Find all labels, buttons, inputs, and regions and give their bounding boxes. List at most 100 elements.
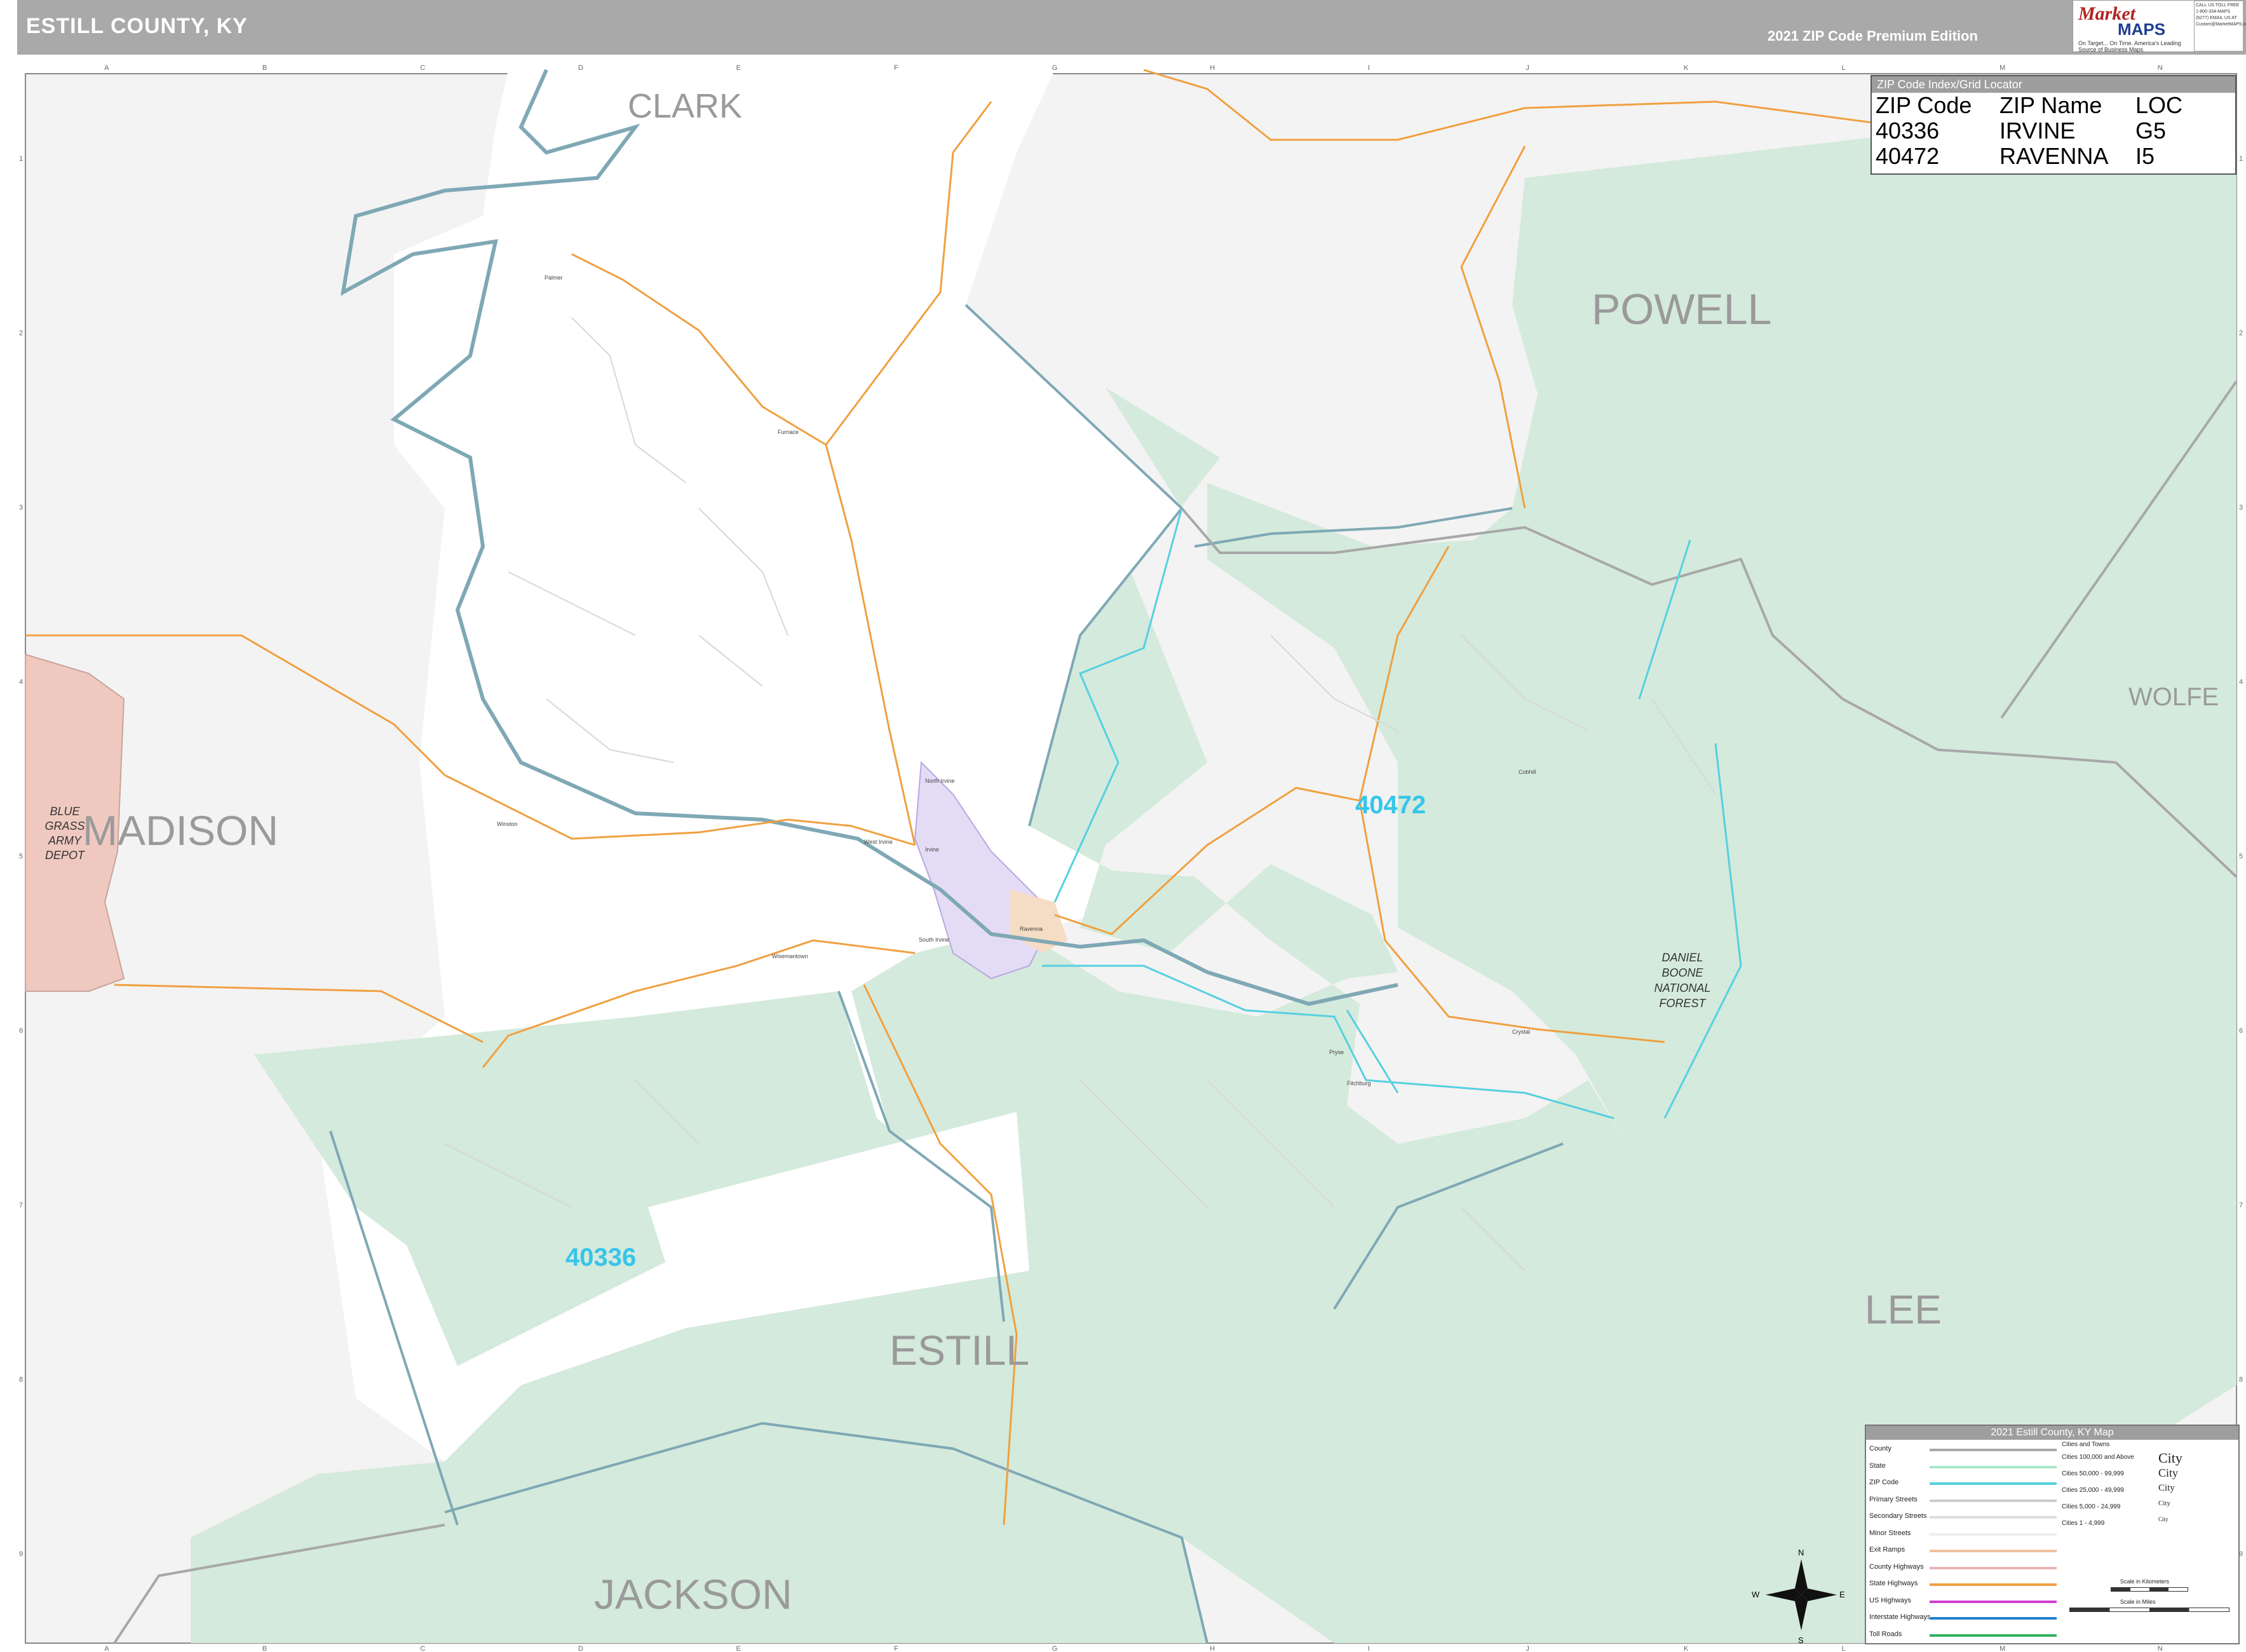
zip-loc-cell: I5 [2135,143,2155,169]
compass-e: E [1839,1590,1845,1599]
grid-col-label: N [2158,64,2163,72]
scale-km-label: Scale in Kilometers [2120,1578,2170,1585]
grid-col-label: B [262,1645,267,1652]
legend-item-label: Toll Roads [1869,1630,1902,1638]
grid-row-label: 2 [19,330,23,337]
place-west-irvine: West Irvine [864,839,893,845]
forest-label-3: NATIONAL [1654,982,1711,994]
legend-city-sample: City [2158,1516,2168,1522]
legend-item-label: State Highways [1869,1580,1918,1587]
legend-swatch [1930,1499,2057,1502]
legend-item-label: County Highways [1869,1562,1924,1571]
place-irvine: Irvine [925,846,939,853]
grid-row-label: 4 [19,679,23,686]
scale-bar-km [2111,1587,2188,1592]
grid-col-label: N [2158,1645,2163,1652]
legend-swatch [1930,1482,2057,1485]
depot-label-2: GRASS [44,820,85,832]
place-cobhill: Cobhill [1519,769,1536,775]
place-furnace: Furnace [778,429,799,435]
legend-city-sample: City [2158,1466,2179,1479]
legend-item-label: Secondary Streets [1869,1512,1927,1520]
county-label-powell: POWELL [1592,285,1771,334]
grid-row-label: 1 [2239,155,2243,163]
depot-label-3: ARMY [48,834,83,847]
grid-row-label: 9 [19,1550,23,1558]
grid-row-label: 3 [2239,504,2243,511]
place-fitchburg: Fitchburg [1347,1080,1371,1087]
grid-col-label: E [736,64,741,72]
county-map[interactable]: A A B B C C D D E E F F G G H H I I J J K K L L M M N N 1 1 2 2 3 3 4 4 5 5 6… [0,0,2246,1652]
zip-loc-cell: G5 [2135,118,2167,144]
legend-city-label: Cities 5,000 - 24,999 [2062,1503,2121,1510]
zip-code-cell: 40336 [1876,118,1940,144]
table-row[interactable]: 40472 RAVENNA I5 [1872,144,2235,169]
compass-s: S [1798,1635,1804,1645]
legend-item-label: Minor Streets [1869,1529,1911,1537]
legend-item-label: US Highways [1869,1596,1912,1604]
legend-swatch [1930,1617,2057,1620]
grid-col-label: K [1684,1645,1689,1652]
grid-col-label: D [578,1645,583,1652]
legend-city-sample: City [2158,1483,2175,1493]
forest-label-2: BOONE [1661,966,1703,979]
scale-bar-mi [2069,1608,2229,1612]
county-label-wolfe: WOLFE [2128,683,2219,711]
grid-col-label: H [1210,1645,1215,1652]
grid-col-label: H [1210,64,1215,72]
grid-col-label: G [1052,64,1058,72]
legend-item-label: County [1869,1445,1891,1452]
depot-label-4: DEPOT [45,849,86,862]
grid-row-label: 6 [19,1027,23,1034]
place-palmer: Palmer [545,274,563,281]
legend-swatch [1930,1583,2057,1586]
grid-row-label: 8 [2239,1376,2243,1383]
zip-code-index: ZIP Code Index/Grid Locator ZIP Code ZIP… [1871,75,2236,175]
grid-col-label: D [578,64,583,72]
legend-swatch [1930,1465,2057,1468]
county-label-jackson: JACKSON [594,1571,792,1618]
legend-item-label: State [1869,1461,1886,1470]
place-crystal: Crystal [1512,1029,1530,1035]
county-label-lee: LEE [1865,1287,1942,1332]
table-row[interactable]: 40336 IRVINE G5 [1872,118,2235,144]
legend-swatch [1930,1634,2057,1637]
legend-item-label: Primary Streets [1869,1495,1918,1503]
zip-index-col-loc: LOC [2135,92,2183,118]
legend-title: 2021 Estill County, KY Map [1866,1426,2238,1440]
grid-col-label: L [1842,64,1846,72]
grid-row-label: 3 [19,504,23,511]
grid-row-label: 8 [19,1376,23,1383]
forest-label-1: DANIEL [1661,951,1703,964]
place-wisemantown: Wisemantown [772,953,808,959]
grid-col-label: G [1052,1645,1058,1652]
legend-city-sample: City [2158,1500,2170,1507]
legend-swatch [1930,1516,2057,1519]
grid-col-label: A [104,1645,109,1652]
grid-row-label: 7 [19,1202,23,1209]
zip-index-col-name: ZIP Name [1999,92,2102,118]
place-pryse: Pryse [1329,1049,1344,1055]
legend-swatch [1930,1566,2057,1569]
grid-col-label: A [104,64,109,72]
grid-col-label: I [1368,1645,1370,1652]
grid-col-label: C [420,64,425,72]
grid-col-label: M [1999,64,2005,72]
zip-index-header-row: ZIP Code ZIP Name LOC [1872,93,2235,118]
grid-row-label: 5 [2239,853,2243,860]
map-legend: 2021 Estill County, KY Map County State ZI… [1865,1425,2240,1644]
grid-row-label: 2 [2239,330,2243,337]
legend-city-label: Cities 1 - 4,999 [2062,1520,2105,1527]
legend-swatch [1930,1550,2057,1552]
forest-label-4: FOREST [1659,997,1707,1010]
legend-city-sample: City [2158,1450,2182,1466]
grid-col-label: J [1526,1645,1529,1652]
grid-row-label: 1 [19,155,23,163]
grid-row-label: 4 [2239,679,2243,686]
legend-item-label: Exit Ramps [1869,1546,1905,1554]
grid-col-label: J [1526,64,1529,72]
zip-index-col-zip: ZIP Code [1876,92,1972,118]
scale-mi-label: Scale in Miles [2120,1599,2156,1605]
compass-n: N [1798,1548,1804,1557]
grid-col-label: K [1684,64,1689,72]
